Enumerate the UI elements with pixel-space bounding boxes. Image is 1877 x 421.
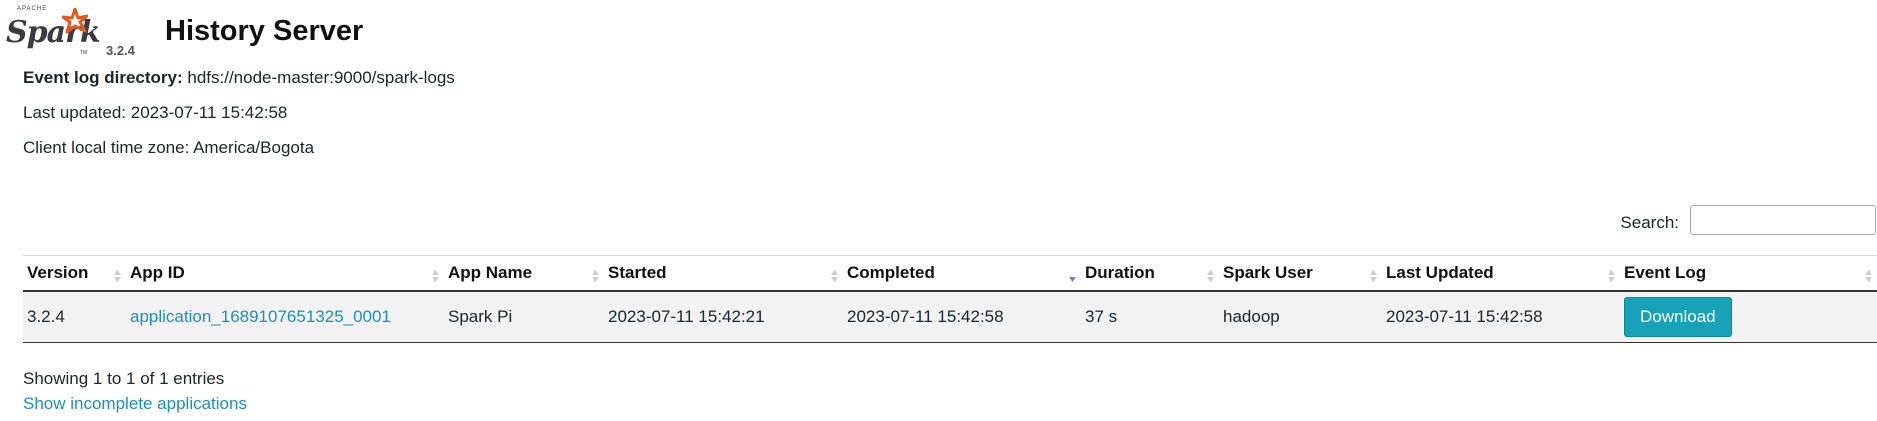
column-header-last-updated[interactable]: Last Updated [1382,255,1620,292]
search-input[interactable] [1690,205,1876,235]
event-log-directory: Event log directory: hdfs://node-master:… [23,68,455,88]
download-button[interactable]: Download [1624,297,1732,337]
sort-both-icon [114,270,121,282]
column-label: App Name [448,263,533,282]
show-incomplete-link-wrap: Show incomplete applications [23,394,247,414]
spark-version: 3.2.4 [106,43,135,58]
column-header-spark-user[interactable]: Spark User [1219,255,1382,292]
table-row: 3.2.4 application_1689107651325_0001 Spa… [23,291,1877,343]
column-label: Completed [847,263,935,282]
header: APACHE Spark TM 3.2.4 History Server [0,0,1877,70]
column-label: Event Log [1624,263,1707,282]
column-label: Spark User [1223,263,1313,282]
column-label: Duration [1085,263,1155,282]
cell-duration: 37 s [1081,291,1219,343]
table-header-row: Version App ID App Name Started Complete… [23,255,1877,292]
sort-descending-icon [1069,277,1076,282]
sort-both-icon [592,270,599,282]
sort-both-icon [432,270,439,282]
spark-star-icon [62,8,88,34]
column-header-app-name[interactable]: App Name [444,255,604,292]
cell-event-log: Download [1620,291,1877,343]
cell-app-id: application_1689107651325_0001 [126,291,444,343]
app-id-link[interactable]: application_1689107651325_0001 [130,307,391,326]
cell-started: 2023-07-11 15:42:21 [604,291,843,343]
cell-spark-user: hadoop [1219,291,1382,343]
logo-apache-text: APACHE [17,6,48,12]
column-label: App ID [130,263,185,282]
sort-both-icon [831,270,838,282]
column-header-duration[interactable]: Duration [1081,255,1219,292]
event-log-value: hdfs://node-master:9000/spark-logs [187,68,455,87]
cell-completed: 2023-07-11 15:42:58 [843,291,1081,343]
column-label: Last Updated [1386,263,1494,282]
page-title: History Server [165,15,364,47]
show-incomplete-link[interactable]: Show incomplete applications [23,394,247,413]
column-header-app-id[interactable]: App ID [126,255,444,292]
sort-both-icon [1207,270,1214,282]
column-header-started[interactable]: Started [604,255,843,292]
column-header-completed[interactable]: Completed [843,255,1081,292]
applications-table: Version App ID App Name Started Complete… [23,255,1877,343]
spark-logo[interactable]: APACHE Spark TM [4,6,101,58]
sort-both-icon [1608,270,1615,282]
sort-both-icon [1865,270,1872,282]
client-timezone: Client local time zone: America/Bogota [23,138,315,157]
sort-both-icon [1370,270,1377,282]
event-log-label: Event log directory: [23,68,183,87]
column-header-event-log[interactable]: Event Log [1620,255,1877,292]
column-label: Started [608,263,667,282]
search-box: Search: [1577,205,1877,239]
column-header-version[interactable]: Version [23,255,126,292]
search-label: Search: [1620,213,1679,232]
column-label: Version [27,263,89,282]
logo-tm-text: TM [80,50,88,56]
entries-info: Showing 1 to 1 of 1 entries [23,369,225,388]
cell-last-updated: 2023-07-11 15:42:58 [1382,291,1620,343]
cell-app-name: Spark Pi [444,291,604,343]
cell-version: 3.2.4 [23,291,126,343]
last-updated: Last updated: 2023-07-11 15:42:58 [23,103,288,122]
